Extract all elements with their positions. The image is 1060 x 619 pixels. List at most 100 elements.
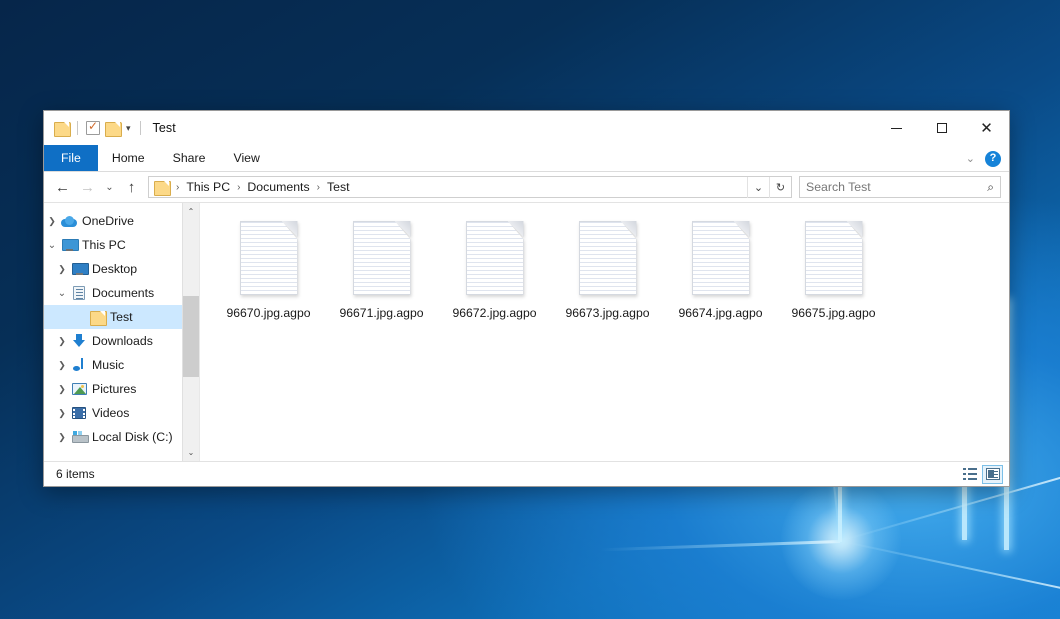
chevron-right-icon[interactable]: ❯ [54, 264, 70, 275]
close-button[interactable]: ✕ [964, 111, 1009, 145]
new-folder-icon[interactable] [105, 122, 120, 135]
sidebar-item-test[interactable]: Test [44, 305, 199, 329]
scrollbar-thumb[interactable] [183, 296, 199, 377]
sidebar-item-pictures[interactable]: ❯ Pictures [44, 377, 199, 401]
window-title: Test [153, 121, 176, 135]
file-name-label: 96674.jpg.agpo [678, 306, 762, 320]
folder-icon[interactable] [54, 122, 69, 135]
generic-document-icon [466, 221, 524, 295]
minimize-icon [891, 128, 902, 129]
search-icon[interactable]: ⌕ [987, 180, 994, 195]
chevron-down-icon[interactable]: ⌄ [44, 240, 60, 251]
sidebar-item-desktop[interactable]: ❯ Desktop [44, 257, 199, 281]
forward-button[interactable]: → [75, 175, 100, 199]
sidebar-item-label: OneDrive [78, 214, 134, 228]
customize-qat-chevron-icon[interactable]: ▾ [125, 124, 132, 133]
folder-icon [154, 181, 169, 194]
file-name-label: 96673.jpg.agpo [565, 306, 649, 320]
sidebar-item-videos[interactable]: ❯ Videos [44, 401, 199, 425]
file-item[interactable]: 96675.jpg.agpo [777, 217, 890, 339]
tab-file[interactable]: File [44, 145, 98, 171]
sidebar-item-downloads[interactable]: ❯ Downloads [44, 329, 199, 353]
wallpaper-ray [840, 540, 1060, 590]
view-mode-buttons [959, 465, 1003, 484]
file-name-label: 96672.jpg.agpo [452, 306, 536, 320]
scroll-down-arrow-icon[interactable]: ⌄ [183, 444, 199, 461]
tab-view[interactable]: View [219, 145, 273, 171]
search-input[interactable]: Search Test ⌕ [799, 176, 1001, 198]
scrollbar-track[interactable] [183, 220, 199, 444]
close-icon: ✕ [980, 121, 993, 136]
properties-icon[interactable] [86, 121, 100, 135]
expand-ribbon-chevron-icon[interactable]: ⌄ [966, 152, 975, 165]
sidebar-item-label: This PC [78, 238, 126, 252]
quick-access-toolbar: ▾ [44, 121, 144, 135]
breadcrumb-separator: › [171, 182, 184, 193]
scroll-up-arrow-icon[interactable]: ⌃ [183, 203, 199, 220]
file-name-label: 96671.jpg.agpo [339, 306, 423, 320]
local-disk-icon [70, 431, 88, 443]
tab-home[interactable]: Home [98, 145, 159, 171]
breadcrumb-item-this-pc[interactable]: This PC [184, 180, 232, 194]
refresh-icon[interactable]: ↻ [769, 177, 791, 198]
chevron-right-icon[interactable]: ❯ [54, 360, 70, 371]
onedrive-icon [60, 216, 78, 227]
breadcrumb-item-test[interactable]: Test [325, 180, 352, 194]
search-placeholder: Search Test [806, 180, 871, 194]
recent-locations-chevron-icon[interactable]: ⌄ [100, 175, 119, 199]
status-bar: 6 items [44, 461, 1009, 486]
sidebar-item-documents[interactable]: ⌄ Documents [44, 281, 199, 305]
chevron-right-icon[interactable]: ❯ [54, 336, 70, 347]
this-pc-icon [60, 239, 78, 251]
chevron-right-icon[interactable]: ❯ [44, 216, 60, 227]
chevron-right-icon[interactable]: ❯ [54, 408, 70, 419]
ribbon-right-controls: ⌄ ? [966, 145, 1001, 172]
sidebar-item-label: Videos [88, 406, 129, 420]
minimize-button[interactable] [874, 111, 919, 145]
file-item[interactable]: 96673.jpg.agpo [551, 217, 664, 339]
file-item[interactable]: 96670.jpg.agpo [212, 217, 325, 339]
navigation-pane-scrollbar[interactable]: ⌃ ⌄ [182, 203, 199, 461]
music-icon [70, 358, 88, 372]
sidebar-item-music[interactable]: ❯ Music [44, 353, 199, 377]
chevron-right-icon[interactable]: ❯ [54, 384, 70, 395]
tab-share[interactable]: Share [159, 145, 220, 171]
up-button[interactable]: ↑ [119, 175, 144, 199]
back-button[interactable]: ← [50, 175, 75, 199]
sidebar-item-label: Desktop [88, 262, 137, 276]
large-icons-view-button[interactable] [982, 465, 1003, 484]
sidebar-item-label: Downloads [88, 334, 153, 348]
generic-document-icon [805, 221, 863, 295]
address-history-chevron-icon[interactable]: ⌄ [747, 177, 769, 198]
file-item[interactable]: 96671.jpg.agpo [325, 217, 438, 339]
file-list-view[interactable]: 96670.jpg.agpo 96671.jpg.agpo 96672.jpg.… [200, 203, 1009, 461]
breadcrumb-separator: › [312, 182, 325, 193]
large-icons-view-icon [986, 468, 1000, 480]
sidebar-item-label: Music [88, 358, 124, 372]
sidebar-item-label: Documents [88, 286, 154, 300]
item-count-label: 6 items [56, 467, 95, 481]
sidebar-item-local-disk-c[interactable]: ❯ Local Disk (C:) [44, 425, 199, 449]
documents-icon [70, 286, 88, 300]
file-name-label: 96670.jpg.agpo [226, 306, 310, 320]
desktop-background: ▾ Test ✕ File Home Share View ⌄ ? ← → [0, 0, 1060, 619]
navigation-pane: ❯ OneDrive ⌄ This PC ❯ Desktop ⌄ [44, 203, 200, 461]
breadcrumb[interactable]: › This PC › Documents › Test ⌄ ↻ [148, 176, 792, 198]
breadcrumb-item-documents[interactable]: Documents [245, 180, 311, 194]
title-bar: ▾ Test ✕ [44, 111, 1009, 145]
file-item[interactable]: 96674.jpg.agpo [664, 217, 777, 339]
generic-document-icon [579, 221, 637, 295]
sidebar-item-label: Pictures [88, 382, 136, 396]
videos-icon [70, 407, 88, 419]
file-item[interactable]: 96672.jpg.agpo [438, 217, 551, 339]
address-bar-tools: ⌄ ↻ [747, 176, 791, 198]
sidebar-item-this-pc[interactable]: ⌄ This PC [44, 233, 199, 257]
help-icon[interactable]: ? [985, 151, 1001, 167]
sidebar-item-onedrive[interactable]: ❯ OneDrive [44, 209, 199, 233]
details-view-button[interactable] [959, 465, 980, 484]
sidebar-item-label: Local Disk (C:) [88, 430, 173, 444]
chevron-down-icon[interactable]: ⌄ [54, 288, 70, 299]
chevron-right-icon[interactable]: ❯ [54, 432, 70, 443]
breadcrumb-separator: › [232, 182, 245, 193]
maximize-button[interactable] [919, 111, 964, 145]
